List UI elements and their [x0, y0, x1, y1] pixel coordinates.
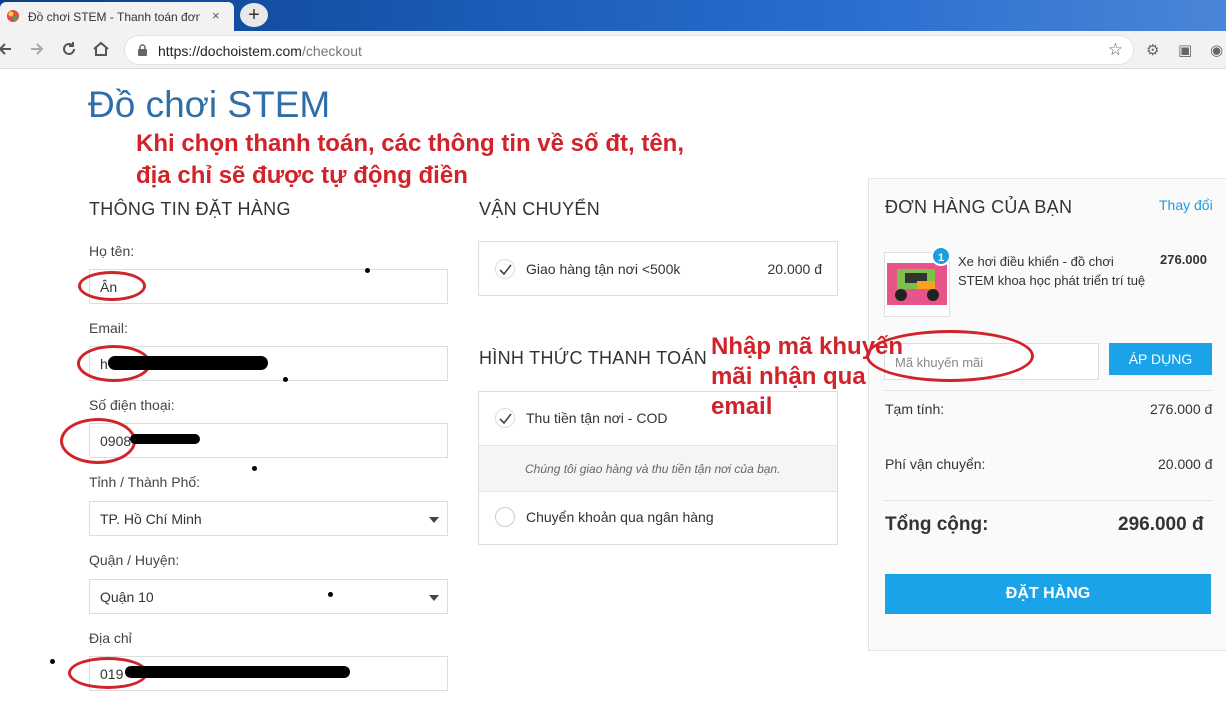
cod-note-panel: Chúng tôi giao hàng và thu tiền tận nơi … — [479, 445, 837, 492]
total-value: 296.000 đ — [1118, 514, 1204, 535]
highlight-circle — [78, 271, 146, 301]
redaction-scribble — [130, 434, 200, 444]
item-quantity-badge: 1 — [931, 246, 951, 266]
shipping-option[interactable]: Giao hàng tận nơi <500k 20.000 đ — [478, 241, 838, 296]
caret-down-icon — [429, 595, 439, 601]
cod-label: Thu tiền tận nơi - COD — [526, 410, 668, 426]
browser-tab[interactable]: Đồ chơi STEM - Thanh toán đơn × — [0, 2, 234, 31]
stray-dot — [283, 377, 288, 382]
stray-dot — [328, 592, 333, 597]
change-link[interactable]: Thay đổi — [1159, 197, 1213, 213]
new-tab-button[interactable]: + — [240, 3, 268, 27]
reload-icon[interactable] — [60, 40, 78, 58]
district-select[interactable]: Quận 10 — [89, 579, 448, 614]
payment-option-bank[interactable]: Chuyển khoản qua ngân hàng — [479, 492, 837, 544]
place-order-button[interactable]: ĐẶT HÀNG — [885, 574, 1211, 614]
tab-close-icon[interactable]: × — [212, 8, 220, 23]
shipping-option-label: Giao hàng tận nơi <500k — [526, 261, 681, 277]
name-label: Họ tên: — [89, 243, 135, 259]
shipping-fee-label: Phí vận chuyển: — [885, 456, 986, 472]
highlight-circle — [60, 418, 136, 464]
browser-tab-bar: Đồ chơi STEM - Thanh toán đơn × + — [0, 0, 1226, 31]
bank-label: Chuyển khoản qua ngân hàng — [526, 509, 714, 525]
extension-screen-icon[interactable]: ▣ — [1178, 41, 1192, 59]
profile-icon[interactable]: ◉ — [1210, 41, 1223, 59]
forward-arrow-icon[interactable] — [28, 40, 46, 58]
lock-icon — [138, 44, 147, 56]
shipping-title: VẬN CHUYỂN — [479, 199, 601, 219]
item-name: Xe hơi điều khiển - đồ chơi STEM khoa họ… — [958, 254, 1146, 288]
divider — [884, 500, 1212, 501]
home-icon[interactable] — [92, 40, 110, 58]
order-info-title: THÔNG TIN ĐẶT HÀNG — [89, 199, 291, 219]
caret-down-icon — [429, 517, 439, 523]
stray-dot — [252, 466, 257, 471]
redaction-scribble — [125, 666, 350, 678]
apply-coupon-button[interactable]: ÁP DỤNG — [1109, 343, 1212, 375]
site-favicon-icon — [7, 10, 19, 22]
highlight-circle — [866, 330, 1034, 382]
autofill-annotation: Khi chọn thanh toán, các thông tin về số… — [136, 130, 685, 189]
shipping-fee-value: 20.000 đ — [1158, 456, 1213, 472]
bookmark-star-icon[interactable]: ☆ — [1108, 40, 1123, 60]
subtotal-value: 276.000 đ — [1150, 401, 1213, 417]
browser-toolbar: https://dochoistem.com/checkout ☆ ⚙ ▣ ◉ — [0, 31, 1226, 69]
tab-title: Đồ chơi STEM - Thanh toán đơn — [28, 10, 200, 24]
checkout-page: Đồ chơi STEM - Thanh toán đơn × + https:… — [0, 0, 1226, 701]
url-text: https://dochoistem.com/checkout — [158, 43, 362, 59]
total-label: Tổng cộng: — [885, 514, 989, 535]
city-selected-value: TP. Hồ Chí Minh — [100, 511, 202, 527]
extension-gear-icon[interactable]: ⚙ — [1146, 41, 1159, 59]
order-summary-title: ĐƠN HÀNG CỦA BẠN — [885, 197, 1073, 217]
shipping-option-price: 20.000 đ — [767, 261, 823, 277]
address-label: Địa chỉ — [89, 630, 132, 646]
back-arrow-icon[interactable] — [0, 40, 14, 58]
payment-title: HÌNH THỨC THANH TOÁN — [479, 348, 708, 368]
checkmark-icon — [495, 259, 515, 279]
checkmark-icon — [495, 408, 515, 428]
city-label: Tỉnh / Thành Phố: — [89, 474, 201, 490]
stray-dot — [365, 268, 370, 273]
cod-note: Chúng tôi giao hàng và thu tiền tận nơi … — [525, 462, 781, 476]
phone-label: Số điện thoại: — [89, 397, 175, 413]
item-price: 276.000 — [1160, 252, 1207, 267]
site-logo-text[interactable]: Đồ chơi STEM — [88, 84, 330, 126]
divider — [884, 390, 1212, 391]
stray-dot — [50, 659, 55, 664]
email-label: Email: — [89, 320, 128, 336]
radio-button[interactable] — [495, 507, 515, 527]
district-selected-value: Quận 10 — [100, 589, 154, 605]
district-label: Quận / Huyện: — [89, 552, 180, 568]
address-bar[interactable]: https://dochoistem.com/checkout ☆ — [124, 35, 1134, 65]
city-select[interactable]: TP. Hồ Chí Minh — [89, 501, 448, 536]
redaction-scribble — [108, 356, 268, 370]
